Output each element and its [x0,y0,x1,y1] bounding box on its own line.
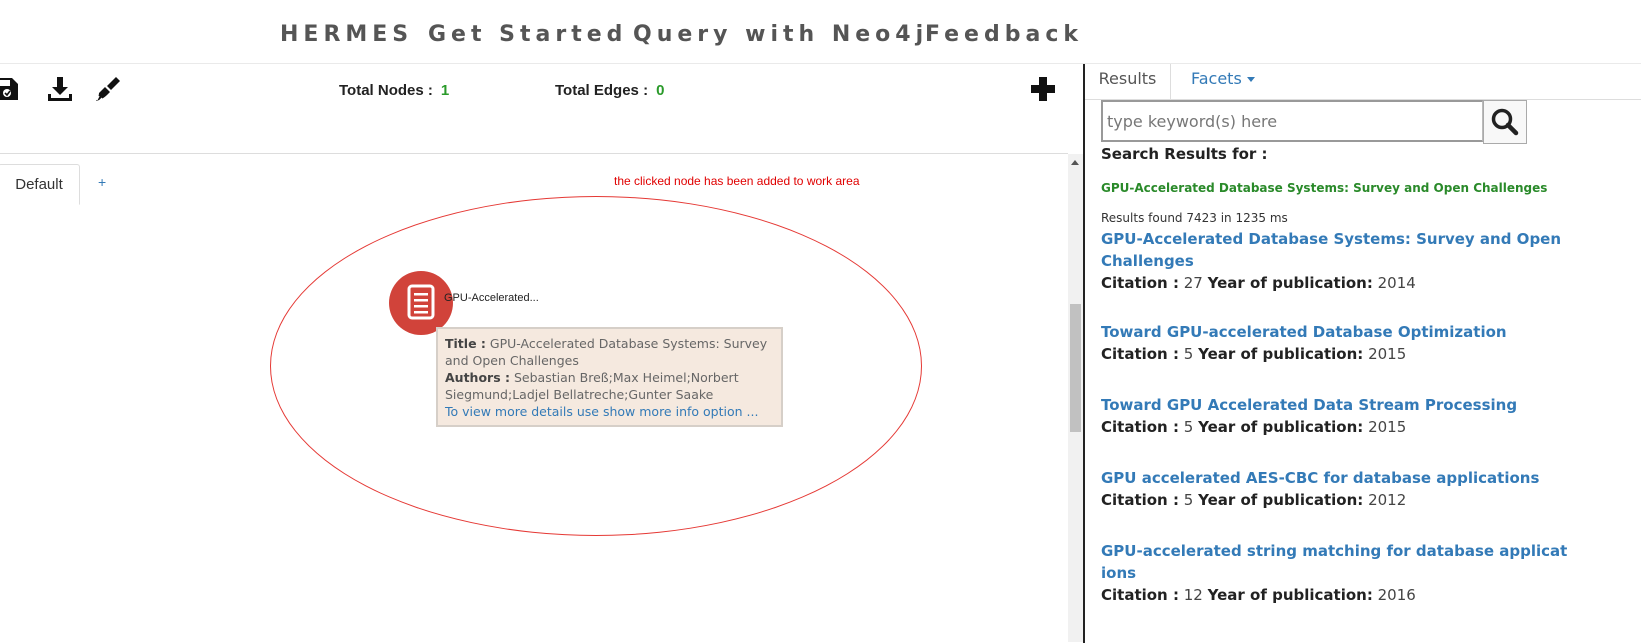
search-input[interactable] [1101,100,1483,142]
search-results-heading: Search Results for : [1101,145,1268,163]
result-meta: Citation : 5 Year of publication: 2015 [1101,416,1571,438]
caret-down-icon [1246,77,1255,82]
citation-label: Citation : [1101,586,1179,604]
list-item: GPU accelerated AES-CBC for database app… [1101,467,1571,511]
year-value: 2015 [1368,418,1407,436]
year-label: Year of publication: [1198,345,1364,363]
citation-label: Citation : [1101,491,1179,509]
results-panel: Results Facets Search Results for : GPU-… [1083,64,1641,643]
year-label: Year of publication: [1207,586,1373,604]
tab-facets[interactable]: Facets [1191,64,1255,100]
search-button[interactable] [1483,100,1527,144]
nav-feedback-link[interactable]: Feedback [925,22,1083,47]
top-navigation: HERMES Get Started Query with Neo4j Feed… [0,0,1641,64]
result-meta: Citation : 5 Year of publication: 2012 [1101,489,1571,511]
citation-label: Citation : [1101,274,1179,292]
citation-label: Citation : [1101,345,1179,363]
scroll-thumb[interactable] [1070,304,1081,432]
result-title-link[interactable]: Toward GPU Accelerated Data Stream Proce… [1101,394,1571,416]
list-item: GPU-accelerated string matching for data… [1101,540,1571,606]
year-value: 2016 [1377,586,1416,604]
citation-value: 5 [1183,491,1194,509]
graph-canvas[interactable]: the clicked node has been added to work … [0,154,1068,642]
result-title-link[interactable]: GPU-accelerated string matching for data… [1101,540,1571,584]
result-title-link[interactable]: Toward GPU-accelerated Database Optimiza… [1101,321,1571,343]
tab-facets-label: Facets [1191,69,1242,88]
year-value: 2014 [1377,274,1416,292]
nav-hermes-link[interactable]: HERMES [280,22,413,47]
citation-value: 5 [1183,418,1194,436]
search-icon [1491,108,1519,136]
node-tooltip: Title : GPU-Accelerated Database Systems… [436,327,783,427]
list-item: Toward GPU Accelerated Data Stream Proce… [1101,394,1571,438]
tab-results[interactable]: Results [1085,64,1171,100]
list-item: Toward GPU-accelerated Database Optimiza… [1101,321,1571,365]
result-meta: Citation : 5 Year of publication: 2015 [1101,343,1571,365]
year-label: Year of publication: [1198,491,1364,509]
citation-value: 12 [1183,586,1203,604]
tooltip-title-label: Title : [445,336,486,351]
work-area-scrollbar[interactable] [1068,154,1083,642]
result-meta: Citation : 27 Year of publication: 2014 [1101,272,1571,294]
results-count: Results found 7423 in 1235 ms [1101,211,1288,225]
show-more-info-link[interactable]: To view more details use show more info … [445,404,758,419]
year-label: Year of publication: [1207,274,1373,292]
nav-get-started-link[interactable]: Get Started [428,22,627,47]
result-title-link[interactable]: GPU-Accelerated Database Systems: Survey… [1101,228,1571,272]
scroll-up-arrow-icon[interactable] [1071,160,1079,165]
node-added-notice: the clicked node has been added to work … [614,174,860,188]
nav-query-neo4j-link[interactable]: Query with Neo4j [633,22,928,47]
tooltip-authors-label: Authors : [445,370,510,385]
result-title-link[interactable]: GPU accelerated AES-CBC for database app… [1101,467,1571,489]
search-query-text: GPU-Accelerated Database Systems: Survey… [1101,181,1548,195]
result-meta: Citation : 12 Year of publication: 2016 [1101,584,1571,606]
year-label: Year of publication: [1198,418,1364,436]
citation-label: Citation : [1101,418,1179,436]
graph-node-label: GPU-Accelerated... [444,292,539,304]
citation-value: 5 [1183,345,1194,363]
citation-value: 27 [1183,274,1203,292]
tooltip-title-value: GPU-Accelerated Database Systems: Survey… [445,336,768,368]
work-area-tabs: Default + [0,64,1083,205]
year-value: 2012 [1368,491,1407,509]
results-tabs: Results Facets [1085,64,1641,100]
year-value: 2015 [1368,345,1407,363]
work-area-panel: Total Nodes :1 Total Edges :0 Default + … [0,64,1083,643]
list-item: GPU-Accelerated Database Systems: Survey… [1101,228,1571,294]
